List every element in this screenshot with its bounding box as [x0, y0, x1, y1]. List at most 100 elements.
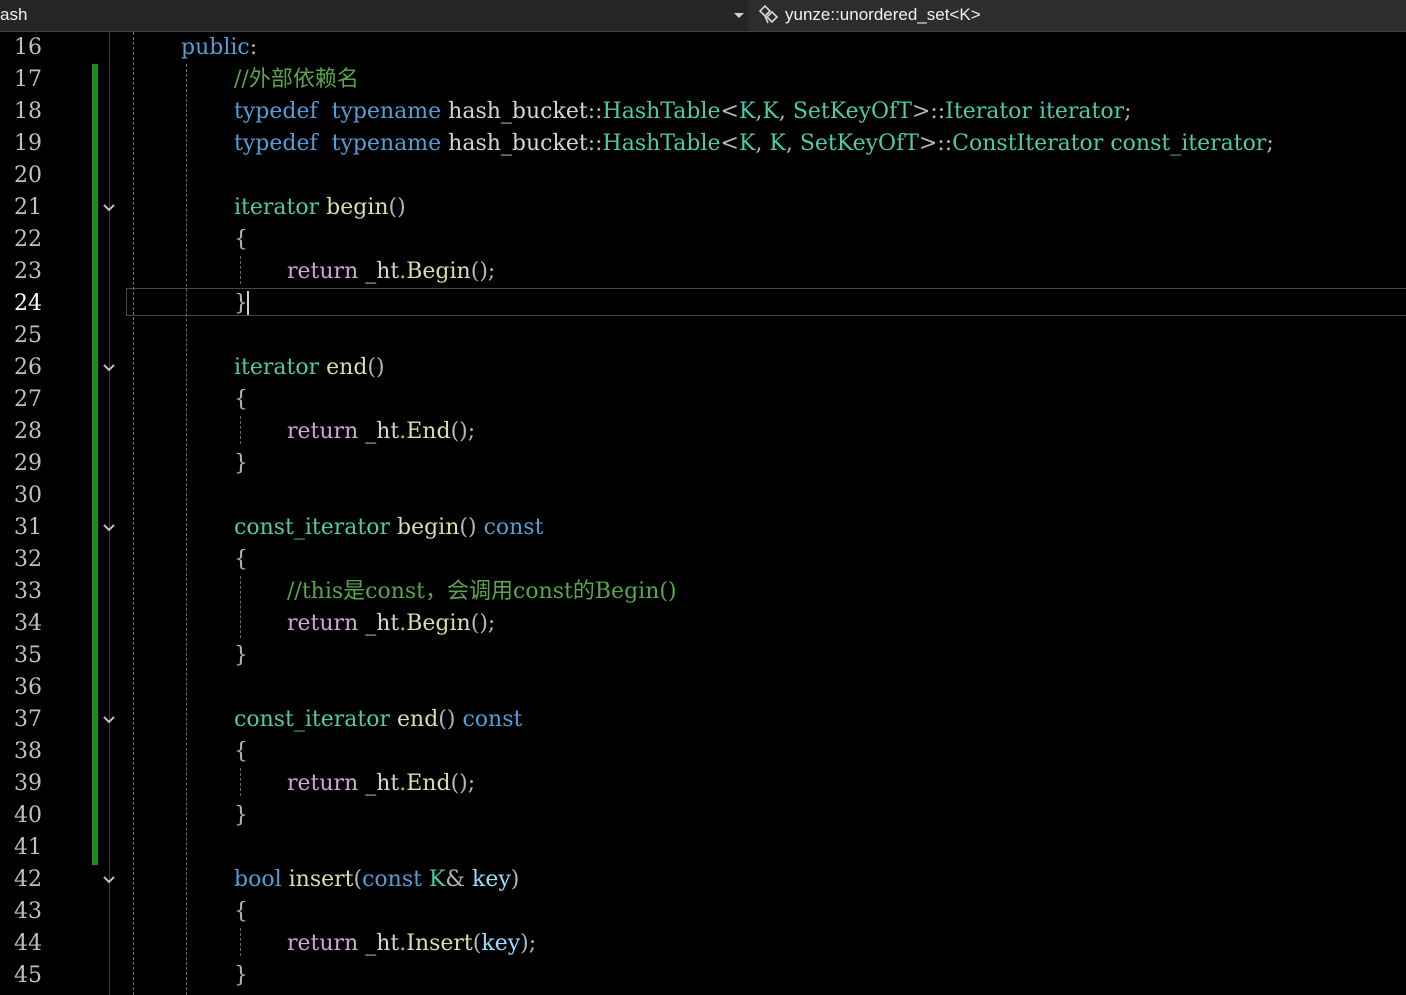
- line-number: 40: [14, 803, 42, 828]
- scope-selector-label[interactable]: yunze::unordered_set<K>: [785, 5, 981, 25]
- code-token: HashTable: [602, 131, 721, 156]
- code-line[interactable]: {: [234, 736, 248, 768]
- code-token: const: [462, 707, 523, 732]
- code-token: (): [459, 515, 477, 540]
- code-token: HashTable: [602, 99, 721, 124]
- code-line[interactable]: return _ht.Begin();: [287, 256, 495, 288]
- line-number: 41: [14, 835, 42, 860]
- line-number: 35: [14, 643, 42, 668]
- line-number: 25: [14, 323, 42, 348]
- line-number: 31: [14, 515, 42, 540]
- code-token: hash_bucket: [441, 131, 588, 156]
- dropdown-arrow-icon[interactable]: [734, 13, 744, 18]
- code-token: >::: [911, 99, 946, 124]
- collapse-chevron-icon[interactable]: [102, 873, 116, 887]
- code-line[interactable]: const_iterator end() const: [234, 704, 522, 736]
- code-line[interactable]: const_iterator begin() const: [234, 512, 543, 544]
- code-token: //this是const，会调用const的Begin(): [287, 579, 677, 604]
- code-token: _ht: [358, 419, 400, 444]
- collapse-chevron-icon[interactable]: [102, 713, 116, 727]
- code-token: (): [388, 195, 406, 220]
- code-token: key: [471, 867, 511, 892]
- code-line[interactable]: }: [234, 448, 248, 480]
- code-token: const_iterator: [234, 515, 390, 540]
- code-token: _ht: [358, 611, 400, 636]
- collapse-chevron-icon[interactable]: [102, 201, 116, 215]
- code-line[interactable]: }: [234, 960, 248, 992]
- collapse-chevron-icon[interactable]: [102, 521, 116, 535]
- code-line[interactable]: //this是const，会调用const的Begin(): [287, 576, 677, 608]
- file-scope-dropdown[interactable]: ash: [0, 0, 748, 31]
- code-line[interactable]: return _ht.Begin();: [287, 608, 495, 640]
- code-line[interactable]: {: [234, 896, 248, 928]
- code-line[interactable]: bool insert(const K& key): [234, 864, 519, 896]
- code-line[interactable]: }: [234, 640, 248, 672]
- code-token: typename: [331, 99, 442, 124]
- code-token: K: [769, 131, 786, 156]
- code-line[interactable]: return _ht.End();: [287, 416, 475, 448]
- line-number: 30: [14, 483, 42, 508]
- code-token: iterator: [1038, 99, 1125, 124]
- code-line[interactable]: {: [234, 224, 248, 256]
- code-token: K: [738, 99, 756, 124]
- outline-guide: [109, 32, 110, 995]
- code-line[interactable]: }: [234, 800, 248, 832]
- line-number: 37: [14, 707, 42, 732]
- code-token: ): [510, 867, 520, 892]
- code-line[interactable]: typedef typename hash_bucket::HashTable<…: [234, 96, 1132, 128]
- code-line[interactable]: iterator end(): [234, 352, 385, 384]
- line-number: 19: [14, 131, 42, 156]
- code-line[interactable]: return _ht.Insert(key);: [287, 928, 536, 960]
- code-editor[interactable]: 16 public: 17 //外部依赖名 18 typedef typename has…: [0, 32, 1406, 995]
- code-token: (: [353, 867, 363, 892]
- code-token: {: [234, 739, 248, 764]
- code-token: }: [234, 803, 248, 828]
- code-token: ,: [785, 131, 793, 156]
- code-token: }: [234, 963, 248, 988]
- line-number: 27: [14, 387, 42, 412]
- code-token: hash_bucket: [441, 99, 588, 124]
- code-token: {: [234, 899, 248, 924]
- collapse-chevron-icon[interactable]: [102, 361, 116, 375]
- code-line[interactable]: typedef typename hash_bucket::HashTable<…: [234, 128, 1274, 160]
- code-token: begin: [397, 515, 460, 540]
- code-line[interactable]: {: [234, 384, 248, 416]
- code-token: ;: [1266, 131, 1274, 156]
- code-token: ;: [1124, 99, 1132, 124]
- code-token: K: [428, 867, 446, 892]
- line-number: 33: [14, 579, 42, 604]
- code-token: key: [481, 931, 521, 956]
- indent-guide: [240, 928, 241, 956]
- code-token: ();: [450, 771, 476, 796]
- code-token: ();: [470, 259, 496, 284]
- editor-navigation-bar: ash yunze::unordered_set<K>: [0, 0, 1406, 32]
- code-line[interactable]: iterator begin(): [234, 192, 406, 224]
- line-number: 44: [14, 931, 42, 956]
- line-number: 28: [14, 419, 42, 444]
- code-line[interactable]: public:: [181, 32, 257, 64]
- class-member-icon: [758, 4, 779, 24]
- code-line[interactable]: {: [234, 544, 248, 576]
- code-line[interactable]: }: [234, 288, 248, 320]
- code-token: End: [406, 771, 451, 796]
- indent-guide: [240, 768, 241, 796]
- code-token: iterator: [234, 195, 320, 220]
- code-token: {: [234, 227, 248, 252]
- code-line[interactable]: //外部依赖名: [234, 64, 359, 96]
- code-token: _ht: [358, 771, 400, 796]
- code-token: ::: [587, 99, 603, 124]
- line-number: 42: [14, 867, 42, 892]
- line-number: 26: [14, 355, 42, 380]
- code-token: typedef: [234, 99, 318, 124]
- line-number: 39: [14, 771, 42, 796]
- indent-guide: [240, 416, 241, 444]
- code-line[interactable]: return _ht.End();: [287, 768, 475, 800]
- code-token: Iterator: [945, 99, 1032, 124]
- code-token: end: [397, 707, 439, 732]
- code-token: public: [181, 35, 250, 60]
